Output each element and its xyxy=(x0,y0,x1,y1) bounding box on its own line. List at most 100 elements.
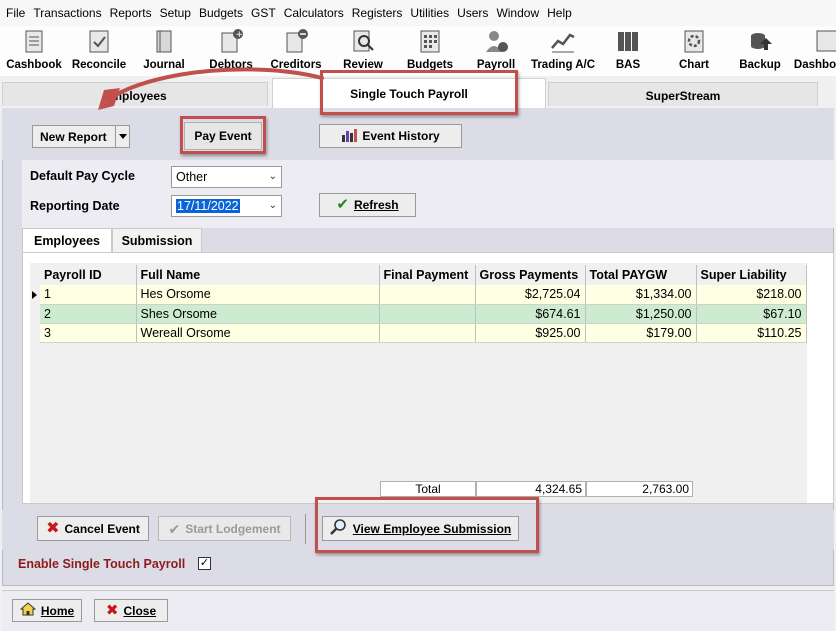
toolbar-dashboard-button[interactable]: Dashbo xyxy=(794,26,836,76)
tab-superstream[interactable]: SuperStream xyxy=(548,82,818,106)
menu-file[interactable]: File xyxy=(2,0,29,26)
reporting-date-picker[interactable]: 17/11/2022 ⌄ xyxy=(171,195,282,217)
start-lodgement-label: Start Lodgement xyxy=(185,521,281,536)
refresh-button[interactable]: ✔ Refresh xyxy=(319,193,416,217)
cancel-event-button[interactable]: ✖ Cancel Event xyxy=(37,516,149,541)
annotation-box-stp-tab xyxy=(320,70,518,115)
cell-final-payment xyxy=(379,285,476,305)
menu-gst[interactable]: GST xyxy=(247,0,280,26)
backup-icon xyxy=(747,28,773,54)
journal-icon xyxy=(151,28,177,54)
cell-paygw: $1,334.00 xyxy=(585,285,697,305)
total-paygw: 2,763.00 xyxy=(586,481,693,497)
cell-final-payment xyxy=(379,304,476,324)
review-icon xyxy=(350,28,376,54)
cell-gross: $674.61 xyxy=(475,304,586,324)
trading-icon xyxy=(550,28,576,54)
table-row[interactable]: 3 Wereall Orsome $925.00 $179.00 $110.25 xyxy=(40,323,807,343)
new-report-button[interactable]: New Report xyxy=(32,125,130,148)
debtors-icon: + xyxy=(218,28,244,54)
bar-chart-icon xyxy=(341,128,358,145)
cell-payroll-id: 1 xyxy=(40,285,137,305)
toolbar-review-button[interactable]: Review xyxy=(336,26,390,76)
cell-full-name: Hes Orsome xyxy=(136,285,380,305)
total-label: Total xyxy=(380,481,476,497)
table-row[interactable]: 2 Shes Orsome $674.61 $1,250.00 $67.10 xyxy=(40,304,807,324)
close-x-icon: ✖ xyxy=(46,519,60,537)
cell-super: $218.00 xyxy=(696,285,807,305)
home-label: Home xyxy=(40,603,75,618)
cell-paygw: $179.00 xyxy=(585,323,697,343)
cancel-event-label: Cancel Event xyxy=(64,521,140,536)
annotation-box-view-submission xyxy=(315,497,539,553)
new-report-label: New Report xyxy=(40,129,107,144)
col-super-liability[interactable]: Super Liability xyxy=(696,265,807,285)
event-history-button[interactable]: Event History xyxy=(319,124,462,148)
close-label: Close xyxy=(123,603,157,618)
checkmark-icon: ✔ xyxy=(168,520,181,537)
divider xyxy=(305,514,306,544)
col-gross-payments[interactable]: Gross Payments xyxy=(475,265,586,285)
enable-stp-label: Enable Single Touch Payroll xyxy=(18,557,186,571)
enable-stp-checkbox[interactable]: ✓ xyxy=(198,557,211,570)
pay-cycle-select[interactable]: Other ⌄ xyxy=(171,166,282,188)
chart-icon xyxy=(681,28,707,54)
menu-setup[interactable]: Setup xyxy=(156,0,195,26)
reconcile-icon xyxy=(86,28,112,54)
close-button[interactable]: ✖ Close xyxy=(94,599,168,622)
menu-transactions[interactable]: Transactions xyxy=(29,0,105,26)
toolbar-cashbook-button[interactable]: Cashbook xyxy=(4,26,64,76)
toolbar-bas-button[interactable]: BAS xyxy=(608,26,648,76)
col-full-name[interactable]: Full Name xyxy=(136,265,380,285)
cell-full-name: Wereall Orsome xyxy=(136,323,380,343)
toolbar-trading-button[interactable]: Trading A/C xyxy=(528,26,598,76)
menu-utilities[interactable]: Utilities xyxy=(406,0,453,26)
col-total-paygw[interactable]: Total PAYGW xyxy=(585,265,697,285)
menu-registers[interactable]: Registers xyxy=(348,0,407,26)
menu-calculators[interactable]: Calculators xyxy=(280,0,348,26)
home-icon xyxy=(19,602,37,619)
total-gross: 4,324.65 xyxy=(476,481,586,497)
chevron-down-icon: ⌄ xyxy=(268,171,277,182)
cell-gross: $925.00 xyxy=(475,323,586,343)
reporting-date-value: 17/11/2022 xyxy=(176,199,240,213)
menu-reports[interactable]: Reports xyxy=(106,0,156,26)
home-button[interactable]: Home xyxy=(12,599,82,622)
col-final-payment[interactable]: Final Payment xyxy=(379,265,476,285)
tab-submission[interactable]: Submission xyxy=(112,228,202,252)
start-lodgement-button[interactable]: ✔ Start Lodgement xyxy=(158,516,291,541)
cell-payroll-id: 3 xyxy=(40,323,137,343)
cell-gross: $2,725.04 xyxy=(475,285,586,305)
table-row[interactable]: 1 Hes Orsome $2,725.04 $1,334.00 $218.00 xyxy=(40,285,807,305)
pay-cycle-label: Default Pay Cycle xyxy=(30,169,135,183)
cell-super: $110.25 xyxy=(696,323,807,343)
cell-paygw: $1,250.00 xyxy=(585,304,697,324)
close-x-icon: ✖ xyxy=(105,601,119,619)
checkmark-icon: ✔ xyxy=(336,196,349,213)
menu-bar: File Transactions Reports Setup Budgets … xyxy=(0,0,836,26)
toolbar-backup-button[interactable]: Backup xyxy=(734,26,786,76)
menu-users[interactable]: Users xyxy=(453,0,492,26)
tab-employees-detail[interactable]: Employees xyxy=(22,228,112,253)
toolbar-chart-button[interactable]: Chart xyxy=(670,26,718,76)
chevron-down-icon: ⌄ xyxy=(268,200,277,211)
event-history-label: Event History xyxy=(362,129,440,143)
menu-help[interactable]: Help xyxy=(543,0,576,26)
bas-icon xyxy=(615,28,641,54)
dropdown-arrow-icon xyxy=(118,134,127,139)
svg-text:+: + xyxy=(236,30,244,40)
cashbook-icon xyxy=(21,28,47,54)
current-row-indicator-icon xyxy=(32,291,37,299)
cell-final-payment xyxy=(379,323,476,343)
cell-full-name: Shes Orsome xyxy=(136,304,380,324)
cell-payroll-id: 2 xyxy=(40,304,137,324)
col-payroll-id[interactable]: Payroll ID xyxy=(40,265,137,285)
toolbar-budgets-button[interactable]: Budgets xyxy=(402,26,458,76)
pay-cycle-value: Other xyxy=(176,170,208,184)
menu-budgets[interactable]: Budgets xyxy=(195,0,247,26)
toolbar-payroll-button[interactable]: Payroll xyxy=(470,26,522,76)
new-report-dropdown[interactable] xyxy=(115,126,129,147)
budgets-icon xyxy=(417,28,443,54)
employees-grid: Payroll ID Full Name Final Payment Gross… xyxy=(40,265,807,343)
menu-window[interactable]: Window xyxy=(492,0,543,26)
